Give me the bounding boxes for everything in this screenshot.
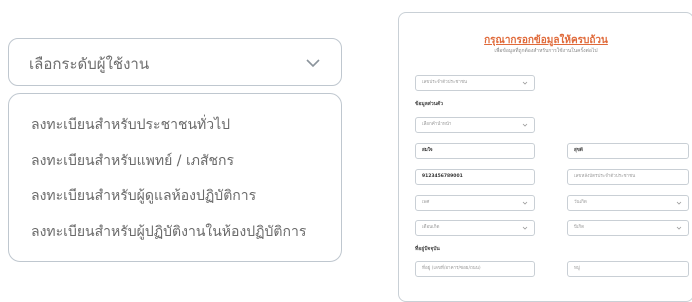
chevron-down-icon <box>522 201 528 205</box>
first-name-field[interactable]: สมใจ <box>415 143 535 159</box>
id-number-field[interactable]: 9123456789001 <box>415 169 535 185</box>
birth-day-value: วันเกิด <box>574 200 587 205</box>
chevron-down-icon <box>306 59 320 68</box>
birth-year-value: ปีเกิด <box>574 225 585 230</box>
form-title: กรุณากรอกข้อมูลให้ครบถ้วน <box>484 35 608 46</box>
role-options-list: ลงทะเบียนสำหรับประชาชนทั่วไป ลงทะเบียนสำ… <box>8 93 342 262</box>
laser-code-field[interactable]: เลขหลังบัตรประจำตัวประชาชน <box>567 169 689 185</box>
birth-day-select[interactable]: วันเกิด <box>567 195 689 211</box>
address-field[interactable]: ที่อยู่ (เลขที่/อาคาร/ซอย/ถนน) <box>415 261 535 277</box>
chevron-down-icon <box>522 81 528 85</box>
role-option-doctor-pharmacist[interactable]: ลงทะเบียนสำหรับแพทย์ / เภสัชกร <box>31 150 234 172</box>
chevron-down-icon <box>522 226 528 230</box>
birth-year-select[interactable]: ปีเกิด <box>567 220 689 236</box>
id-type-value: เลขประจำตัวประชาชน <box>422 80 468 85</box>
chevron-down-icon <box>522 123 528 127</box>
section-personal-info: ข้อมูลส่วนตัว <box>415 101 444 107</box>
section-current-address: ที่อยู่ปัจจุบัน <box>415 246 440 252</box>
last-name-field[interactable]: สุขดี <box>567 143 689 159</box>
role-option-general-public[interactable]: ลงทะเบียนสำหรับประชาชนทั่วไป <box>31 114 230 136</box>
chevron-down-icon <box>676 201 682 205</box>
role-option-lab-operator[interactable]: ลงทะเบียนสำหรับผู้ปฏิบัติงานในห้องปฏิบัต… <box>31 221 306 243</box>
prefix-value: เลือกคำนำหน้า <box>422 122 452 127</box>
registration-form: กรุณากรอกข้อมูลให้ครบถ้วน เพื่อข้อมูลที่… <box>398 12 692 302</box>
form-subtitle: เพื่อข้อมูลที่ถูกต้องสำหรับการใช้งานในคร… <box>494 48 598 54</box>
birth-month-select[interactable]: เดือนเกิด <box>415 220 535 236</box>
moo-field[interactable]: หมู่ <box>567 261 689 277</box>
birth-month-value: เดือนเกิด <box>422 225 440 230</box>
gender-select[interactable]: เพศ <box>415 195 535 211</box>
role-select-label: เลือกระดับผู้ใช้งาน <box>29 55 150 73</box>
id-type-select[interactable]: เลขประจำตัวประชาชน <box>415 75 535 91</box>
role-select[interactable]: เลือกระดับผู้ใช้งาน <box>8 38 342 86</box>
chevron-down-icon <box>676 226 682 230</box>
prefix-select[interactable]: เลือกคำนำหน้า <box>415 117 535 133</box>
gender-value: เพศ <box>422 200 430 205</box>
role-option-lab-supervisor[interactable]: ลงทะเบียนสำหรับผู้ดูแลห้องปฏิบัติการ <box>31 185 256 207</box>
